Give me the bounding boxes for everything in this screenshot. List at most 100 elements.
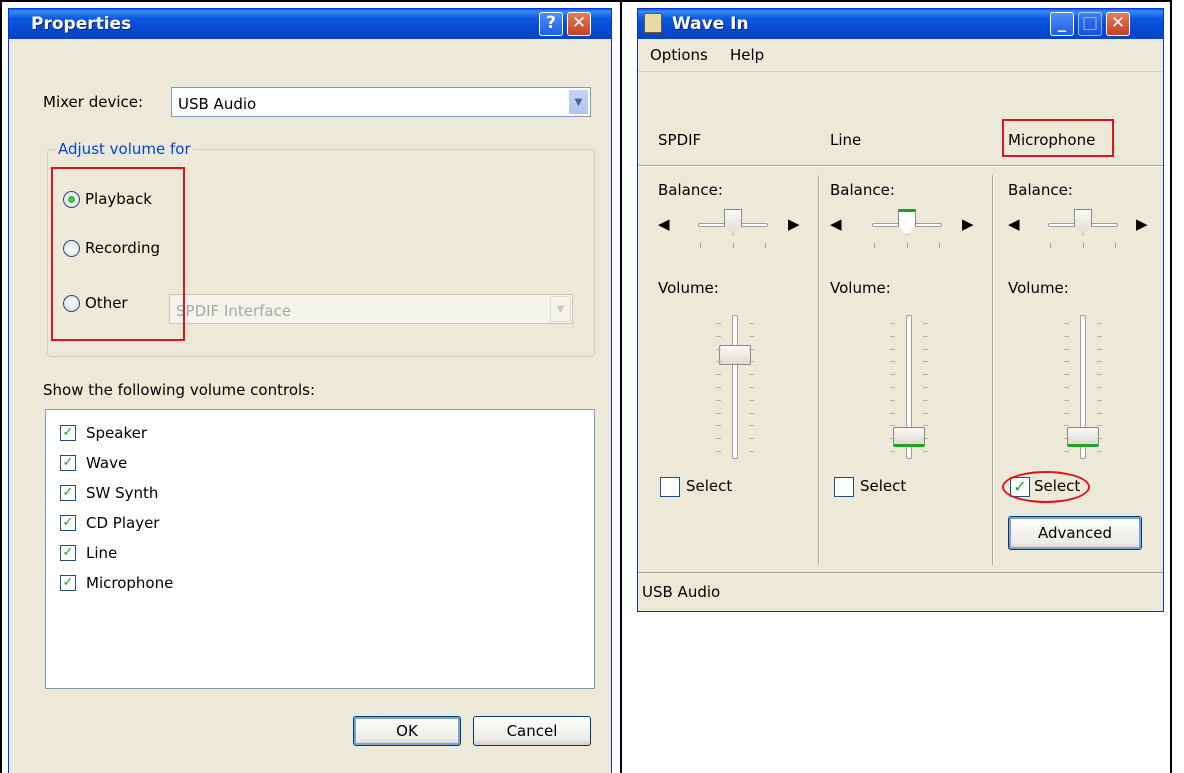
volume-tick [716, 335, 721, 337]
advanced-button[interactable]: Advanced [1008, 516, 1142, 550]
volume-tick [1064, 438, 1069, 440]
volume-tick [1064, 399, 1069, 401]
channel-name-line: Line [830, 131, 862, 149]
volume-tick [1097, 425, 1102, 427]
volume-label: Volume: [658, 279, 719, 297]
volume-tick [716, 374, 721, 376]
volume-track[interactable] [732, 315, 738, 459]
volume-tick [890, 323, 895, 324]
volume-tick [923, 438, 928, 440]
menu-options[interactable]: Options [650, 46, 708, 64]
chevron-down-icon[interactable]: ▼ [550, 296, 571, 322]
balance-label: Balance: [658, 181, 723, 199]
select-label: Select [686, 477, 733, 495]
select-checkbox-spdif[interactable] [660, 477, 680, 497]
volume-slider-thumb[interactable] [893, 427, 925, 447]
chevron-down-icon[interactable]: ▼ [568, 89, 589, 115]
volume-tick [749, 412, 754, 414]
volume-tick [923, 361, 928, 363]
volume-tick [1097, 451, 1102, 452]
status-text: USB Audio [642, 583, 721, 601]
volume-slider-thumb[interactable] [719, 345, 751, 365]
wave-close-button[interactable]: ✕ [1106, 12, 1130, 36]
balance-slider-thumb[interactable] [1074, 209, 1092, 235]
volume-tick [890, 348, 895, 350]
balance-tick [1083, 243, 1084, 248]
checkbox-microphone[interactable]: ✓ [60, 575, 76, 591]
select-label: Select [860, 477, 907, 495]
menu-help[interactable]: Help [730, 46, 764, 64]
adjust-volume-legend: Adjust volume for [56, 140, 193, 158]
volume-tick [749, 425, 754, 427]
checkbox-sw-synth[interactable]: ✓ [60, 485, 76, 501]
volume-tick [890, 412, 895, 414]
maximize-icon: □ [1081, 13, 1099, 33]
minimize-button[interactable]: _ [1050, 12, 1074, 36]
volume-tick [716, 451, 721, 452]
volume-tick [923, 399, 928, 401]
properties-title: Properties [31, 14, 132, 34]
close-button[interactable]: ✕ [567, 12, 591, 36]
volume-tick [1097, 438, 1102, 440]
volume-controls-list[interactable]: ✓ Speaker ✓ Wave ✓ SW Synth ✓ CD Player … [45, 409, 595, 689]
mixer-device-label: Mixer device: [43, 93, 144, 111]
volume-tick [923, 374, 928, 376]
select-checkbox-line[interactable] [834, 477, 854, 497]
volume-tick [923, 335, 928, 337]
cancel-button[interactable]: Cancel [473, 716, 591, 746]
checkbox-line[interactable]: ✓ [60, 545, 76, 561]
volume-tick [923, 348, 928, 350]
column-separator [818, 175, 820, 565]
volume-tick [923, 451, 928, 452]
checkbox-speaker[interactable]: ✓ [60, 425, 76, 441]
balance-tick [700, 243, 701, 248]
volume-tick [890, 374, 895, 376]
volume-tick [749, 451, 754, 452]
volume-tick [1064, 374, 1069, 376]
volume-slider-thumb[interactable] [1067, 427, 1099, 447]
help-button[interactable]: ? [539, 12, 563, 36]
volume-tick [1064, 323, 1069, 324]
balance-tick [733, 243, 734, 248]
volume-tick [749, 374, 754, 376]
volume-tick [1064, 451, 1069, 452]
volume-tick [1097, 412, 1102, 414]
wave-titlebar: Wave In _ □ ✕ [638, 9, 1163, 39]
balance-tick [1115, 243, 1116, 248]
highlight-radio-box [51, 167, 185, 341]
balance-slider-thumb[interactable] [898, 209, 916, 235]
status-bar: USB Audio [638, 572, 1163, 611]
balance-slider-thumb[interactable] [724, 209, 742, 235]
speaker-app-icon [644, 13, 662, 33]
volume-tick [890, 361, 895, 363]
volume-tick [890, 438, 895, 440]
properties-dialog: Properties ? ✕ Mixer device: USB Audio ▼… [8, 8, 612, 773]
maximize-button[interactable]: □ [1078, 12, 1102, 36]
mixer-device-select[interactable]: USB Audio ▼ [171, 87, 591, 117]
volume-label: Volume: [1008, 279, 1069, 297]
speaker-right-icon: ▶ [1136, 215, 1148, 233]
checkbox-wave[interactable]: ✓ [60, 455, 76, 471]
other-device-select[interactable]: SPDIF Interface ▼ [169, 294, 573, 324]
volume-tick [716, 348, 721, 350]
help-icon: ? [546, 13, 556, 33]
volume-tick [1097, 361, 1102, 363]
other-device-value: SPDIF Interface [176, 302, 292, 320]
menu-bar: Options Help [638, 39, 1163, 72]
volume-tick [890, 399, 895, 401]
speaker-left-icon: ◀ [830, 215, 842, 233]
volume-tick [1064, 335, 1069, 337]
volume-label: Volume: [830, 279, 891, 297]
volume-tick [1064, 387, 1069, 388]
wave-title: Wave In [672, 14, 749, 34]
volume-tick [1097, 399, 1102, 401]
volume-tick [716, 425, 721, 427]
volume-tick [716, 412, 721, 414]
mixer-device-value: USB Audio [178, 95, 257, 113]
balance-tick [765, 243, 766, 248]
volume-tick [749, 323, 754, 324]
checkbox-cd-player[interactable]: ✓ [60, 515, 76, 531]
volume-tick [716, 387, 721, 388]
ok-button[interactable]: OK [353, 716, 461, 746]
close-icon: ✕ [571, 13, 587, 33]
